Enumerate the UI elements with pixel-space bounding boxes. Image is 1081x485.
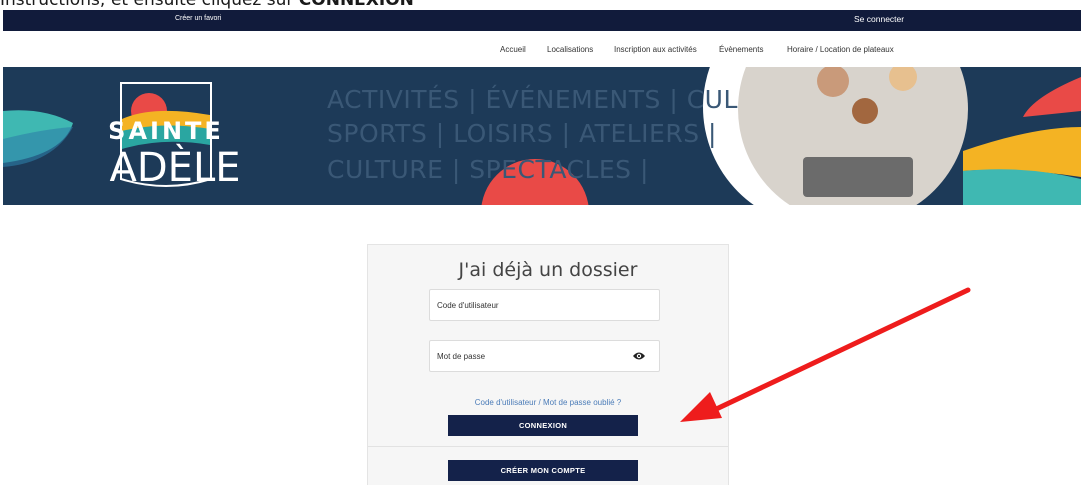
tagline-line-2: SPORTS | LOISIRS | ATELIERS | (327, 119, 717, 148)
arrow-shaft (707, 287, 971, 415)
tagline-line-3: CULTURE | SPECTACLES | (327, 155, 649, 184)
connexion-button[interactable]: CONNEXION (448, 415, 638, 436)
username-input[interactable]: Code d'utilisateur (429, 289, 660, 321)
tagline-line-1: ACTIVITÉS | ÉVÉNEMENTS | CUL (327, 85, 738, 114)
logo-sainte: SAINTE (108, 117, 224, 145)
nav-item-evenements[interactable]: Évènements (719, 45, 763, 54)
red-arrow-annotation (680, 287, 971, 422)
panel-divider (368, 446, 728, 447)
yellow-wave-right (963, 127, 1081, 177)
logo-adele: ADÈLE (110, 143, 241, 191)
password-placeholder: Mot de passe (437, 352, 486, 361)
red-shape-right (1023, 77, 1081, 117)
nav-item-horaire[interactable]: Horaire / Location de plateaux (787, 45, 894, 54)
instruction-caption: Instructions; et ensuite cliquez sur CON… (0, 0, 700, 10)
login-link[interactable]: Se connecter (854, 14, 904, 24)
arrow-head (680, 392, 722, 422)
eye-icon[interactable] (632, 351, 646, 361)
photo-face-girl (852, 98, 878, 124)
username-placeholder: Code d'utilisateur (437, 301, 499, 310)
create-favorite-link[interactable]: Créer un favori (175, 15, 221, 22)
forgot-password-link[interactable]: Code d'utilisateur / Mot de passe oublié… (475, 398, 622, 407)
create-account-button[interactable]: CRÉER MON COMPTE (448, 460, 638, 481)
photo-laptop (803, 157, 913, 197)
nav-item-accueil[interactable]: Accueil (500, 45, 526, 54)
main-nav: Accueil Localisations Inscription aux ac… (0, 31, 1081, 67)
login-title: J'ai déjà un dossier (458, 259, 638, 281)
nav-item-localisations[interactable]: Localisations (547, 45, 593, 54)
top-bar: Créer un favori Se connecter (3, 10, 1081, 31)
caption-bold: CONNEXION (298, 0, 414, 10)
password-input[interactable]: Mot de passe (429, 340, 660, 372)
hero-banner: SAINTE ADÈLE ACTIVITÉS | ÉVÉNEMENTS | CU… (3, 67, 1081, 205)
caption-text: Instructions; et ensuite cliquez sur (0, 0, 299, 10)
nav-item-inscription[interactable]: Inscription aux activités (614, 45, 697, 54)
